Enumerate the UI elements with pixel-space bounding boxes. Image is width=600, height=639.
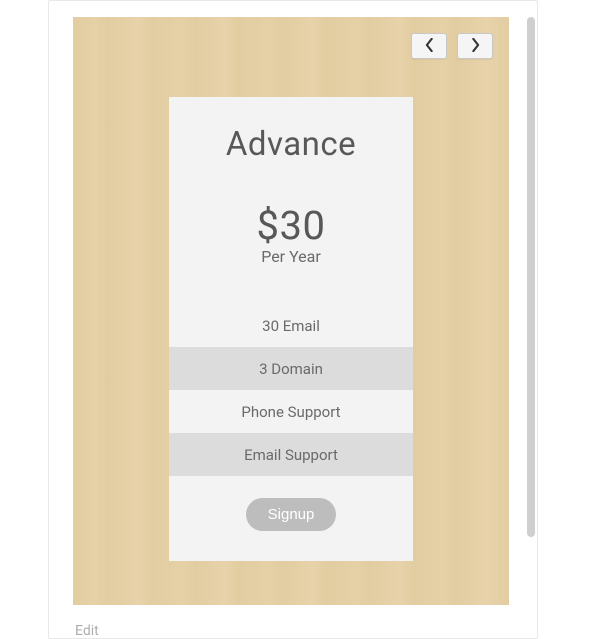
chevron-right-icon — [471, 37, 480, 56]
content-frame: Advance $30 Per Year 30 Email 3 Domain P… — [48, 0, 538, 639]
next-button[interactable] — [457, 33, 493, 59]
carousel-panel: Advance $30 Per Year 30 Email 3 Domain P… — [73, 17, 509, 605]
signup-button[interactable]: Signup — [246, 498, 337, 531]
pricing-card: Advance $30 Per Year 30 Email 3 Domain P… — [169, 97, 413, 561]
plan-title: Advance — [226, 125, 356, 164]
feature-item: 30 Email — [169, 304, 413, 347]
feature-list: 30 Email 3 Domain Phone Support Email Su… — [169, 304, 413, 476]
scrollbar[interactable] — [525, 17, 537, 638]
carousel-nav — [411, 33, 493, 59]
scrollbar-thumb[interactable] — [527, 17, 535, 537]
prev-button[interactable] — [411, 33, 447, 59]
plan-period: Per Year — [261, 247, 321, 266]
feature-item: 3 Domain — [169, 347, 413, 390]
feature-item: Phone Support — [169, 390, 413, 433]
feature-item: Email Support — [169, 433, 413, 476]
edit-link[interactable]: Edit — [75, 623, 513, 639]
chevron-left-icon — [425, 37, 434, 56]
plan-price: $30 — [257, 202, 326, 249]
